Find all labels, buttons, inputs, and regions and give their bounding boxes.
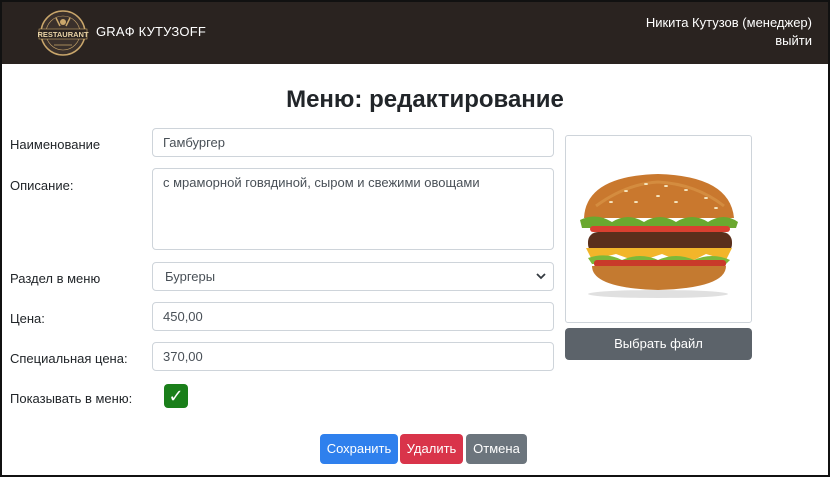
dish-image-preview (565, 135, 752, 323)
price-label: Цена: (10, 311, 45, 326)
show-in-menu-checkbox[interactable]: ✓ (164, 384, 188, 408)
special-price-label: Специальная цена: (10, 351, 128, 366)
special-price-input[interactable] (152, 342, 554, 371)
brand-name: GRAФ КУТУЗOFF (96, 24, 207, 39)
description-label: Описание: (10, 178, 74, 193)
restaurant-logo[interactable]: RESTAURANT (36, 8, 90, 58)
app-window: RESTAURANT GRAФ КУТУЗOFF Никита Кутузов … (0, 0, 830, 477)
section-select[interactable]: Бургеры (152, 262, 554, 291)
user-block: Никита Кутузов (менеджер) выйти (646, 14, 812, 50)
price-input[interactable] (152, 302, 554, 331)
section-label: Раздел в меню (10, 271, 101, 286)
check-icon: ✓ (168, 386, 184, 406)
user-name: Никита Кутузов (менеджер) (645, 15, 812, 30)
navbar: RESTAURANT GRAФ КУТУЗOFF Никита Кутузов … (2, 2, 828, 64)
logo-text: RESTAURANT (37, 30, 89, 39)
page-title: Меню: редактирование (286, 86, 564, 113)
logout-link[interactable]: выйти (775, 33, 812, 48)
cancel-button[interactable]: Отмена (466, 434, 527, 464)
save-button[interactable]: Сохранить (320, 434, 398, 464)
chevron-down-icon (536, 273, 546, 280)
show-in-menu-label: Показывать в меню: (10, 391, 133, 406)
name-label: Наименование (10, 137, 101, 152)
delete-button[interactable]: Удалить (400, 434, 463, 464)
choose-file-button[interactable]: Выбрать файл (565, 328, 752, 360)
section-select-value: Бургеры (165, 269, 216, 284)
name-input[interactable] (152, 128, 554, 157)
burger-image (580, 174, 738, 298)
description-textarea[interactable]: с мраморной говядиной, сыром и свежими о… (152, 168, 554, 250)
